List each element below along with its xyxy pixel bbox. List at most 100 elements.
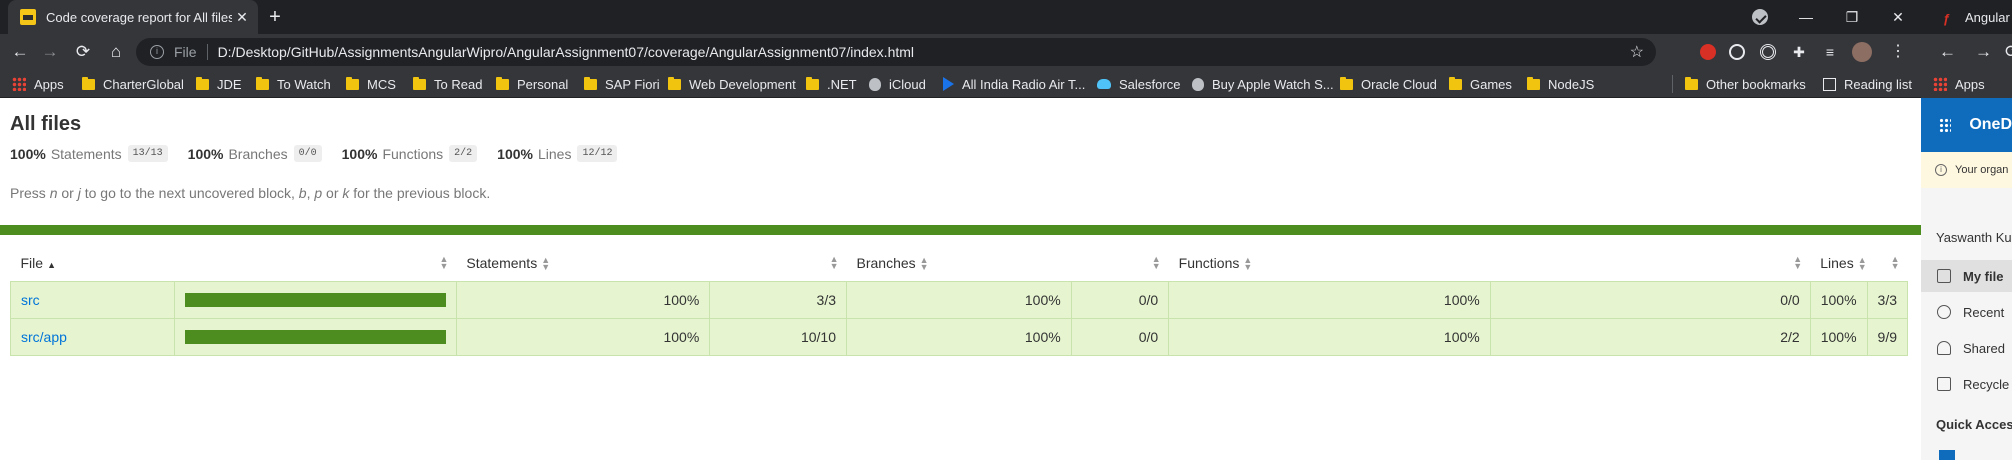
tab-coverage-report[interactable]: Code coverage report for All files ✕ bbox=[8, 0, 258, 34]
bookmark-to-watch[interactable]: To Watch bbox=[256, 70, 331, 98]
react-devtools-icon[interactable] bbox=[1729, 44, 1745, 60]
clock-icon bbox=[1937, 305, 1951, 319]
back-button[interactable]: ← bbox=[1939, 42, 1956, 62]
folder-icon bbox=[806, 76, 819, 90]
coverage-bar-fill bbox=[184, 292, 446, 307]
nav-recycle[interactable]: Recycle bbox=[1921, 368, 2012, 400]
bookmark-label: Apps bbox=[34, 76, 64, 92]
coverage-status-bar bbox=[0, 225, 1921, 235]
column-header-bar[interactable]: ▲ ▼ bbox=[174, 245, 456, 281]
bookmark-oracle-cloud[interactable]: Oracle Cloud bbox=[1340, 70, 1437, 98]
functions-pct: 100% bbox=[1168, 280, 1491, 319]
nav-recent[interactable]: Recent bbox=[1921, 296, 2012, 328]
statements-count: 3/3 bbox=[709, 280, 847, 319]
bookmark-label: Salesforce bbox=[1119, 76, 1181, 92]
bookmark-personal[interactable]: Personal bbox=[496, 70, 568, 98]
functions-pct: 100% bbox=[1168, 317, 1491, 356]
folder-icon bbox=[1937, 269, 1951, 283]
bookmark-label[interactable]: Apps bbox=[1955, 77, 1985, 92]
bookmark-label: All India Radio Air T... bbox=[962, 76, 1086, 92]
lines-count: 9/9 bbox=[1866, 317, 1909, 356]
column-header-lines[interactable]: Lines ▲ ▼ ▲ ▼ bbox=[1810, 245, 1907, 281]
folder-icon bbox=[584, 76, 597, 90]
bookmark-label: Games bbox=[1470, 76, 1512, 92]
quick-access-item-icon[interactable] bbox=[1939, 450, 1955, 460]
folder-icon bbox=[496, 76, 509, 90]
second-tab[interactable]: ƒ Angular bbox=[1921, 0, 2012, 34]
onedrive-header: OneD bbox=[1921, 98, 2012, 152]
file-link[interactable]: src/app bbox=[21, 329, 67, 345]
column-header-statements[interactable]: Statements ▲ ▼ ▲ ▼ bbox=[456, 245, 846, 281]
column-header-file[interactable]: File ▲ bbox=[11, 245, 175, 281]
people-icon bbox=[1937, 341, 1951, 355]
trash-icon bbox=[1937, 377, 1951, 391]
apps-grid-icon bbox=[12, 77, 26, 91]
keyboard-hint: Press n or j to go to the next uncovered… bbox=[10, 185, 490, 201]
back-button[interactable]: ← bbox=[10, 42, 30, 62]
bookmark-apple-watch[interactable]: Buy Apple Watch S... bbox=[1192, 70, 1334, 98]
summary-label: Functions bbox=[382, 145, 444, 162]
bookmark-sap-fiori[interactable]: SAP Fiori bbox=[584, 70, 660, 98]
column-header-branches[interactable]: Branches ▲ ▼ ▲ ▼ bbox=[847, 245, 1169, 281]
site-info-icon[interactable]: i bbox=[150, 45, 164, 59]
reload-button[interactable]: ⟳ bbox=[2005, 42, 2012, 62]
reading-list-button[interactable]: Reading list bbox=[1823, 70, 1912, 98]
second-tab-title: Angular bbox=[1965, 9, 2010, 25]
folder-icon bbox=[1685, 76, 1698, 90]
bookmark-jde[interactable]: JDE bbox=[196, 70, 242, 98]
bookmark-label: JDE bbox=[217, 76, 242, 92]
reload-button[interactable]: ⟳ bbox=[73, 42, 93, 62]
file-link[interactable]: src bbox=[21, 292, 40, 308]
nav-my-files[interactable]: My file bbox=[1921, 260, 2012, 292]
extension-red-icon[interactable] bbox=[1700, 44, 1716, 60]
bookmark-to-read[interactable]: To Read bbox=[413, 70, 482, 98]
bookmark-dotnet[interactable]: .NET bbox=[806, 70, 857, 98]
nav-label: Recent bbox=[1963, 304, 2005, 320]
home-button[interactable]: ⌂ bbox=[106, 42, 126, 62]
hint-text: for the previous block. bbox=[349, 185, 491, 201]
bookmark-other[interactable]: Other bookmarks bbox=[1685, 70, 1806, 98]
bookmark-mcs[interactable]: MCS bbox=[346, 70, 396, 98]
bookmarks-bar: Apps CharterGlobal JDE To Watch MCS To R… bbox=[0, 70, 1921, 98]
folder-icon bbox=[1527, 76, 1540, 90]
sort-icon: ▲ ▼ bbox=[1151, 254, 1161, 271]
browser-menu-icon[interactable]: ⋮ bbox=[1890, 44, 1906, 60]
profile-avatar[interactable] bbox=[1852, 42, 1872, 62]
forward-button[interactable]: → bbox=[1975, 42, 1992, 62]
close-window-button[interactable]: ✕ bbox=[1875, 9, 1921, 26]
bookmark-games[interactable]: Games bbox=[1449, 70, 1512, 98]
bookmark-all-india-radio[interactable]: All India Radio Air T... bbox=[943, 70, 1085, 98]
forward-button[interactable]: → bbox=[40, 42, 60, 62]
new-tab-button[interactable]: + bbox=[262, 4, 288, 30]
extensions-puzzle-icon[interactable]: ✚ bbox=[1791, 44, 1807, 60]
restore-button[interactable]: ❐ bbox=[1829, 9, 1875, 26]
bookmark-star-icon[interactable]: ☆ bbox=[1630, 42, 1644, 62]
tab-title: Code coverage report for All files bbox=[46, 9, 232, 25]
close-tab-icon[interactable]: ✕ bbox=[232, 9, 252, 26]
bookmark-label: To Read bbox=[434, 76, 483, 92]
info-icon: i bbox=[1935, 164, 1947, 176]
bookmark-icloud[interactable]: iCloud bbox=[869, 70, 926, 98]
column-header-functions[interactable]: Functions ▲ ▼ ▲ ▼ bbox=[1169, 245, 1811, 281]
media-queue-icon[interactable]: ≡ bbox=[1822, 44, 1838, 60]
bookmark-nodejs[interactable]: NodeJS bbox=[1527, 70, 1594, 98]
nav-shared[interactable]: Shared bbox=[1921, 332, 2012, 364]
bookmark-web-development[interactable]: Web Development bbox=[668, 70, 796, 98]
org-notice: i Your organ bbox=[1921, 152, 2012, 188]
bookmark-charterglobal[interactable]: CharterGlobal bbox=[82, 70, 184, 98]
apple-icon bbox=[869, 77, 881, 91]
bookmark-salesforce[interactable]: Salesforce bbox=[1097, 70, 1180, 98]
bookmark-apps[interactable]: Apps bbox=[12, 70, 64, 98]
url-text[interactable]: D:/Desktop/GitHub/AssignmentsAngularWipr… bbox=[218, 44, 914, 60]
tab-search-icon[interactable] bbox=[1752, 9, 1768, 25]
sort-icon: ▲ ▼ bbox=[541, 254, 551, 272]
summary-fraction: 0/0 bbox=[293, 145, 322, 162]
tab-strip: Code coverage report for All files ✕ + —… bbox=[0, 0, 1921, 34]
address-bar[interactable]: i File D:/Desktop/GitHub/AssignmentsAngu… bbox=[136, 38, 1656, 66]
minimize-button[interactable]: — bbox=[1783, 9, 1829, 25]
app-launcher-icon[interactable] bbox=[1939, 118, 1952, 132]
summary-fraction: 13/13 bbox=[127, 145, 168, 162]
summary-pct: 100% bbox=[187, 145, 224, 162]
extension-circle-icon[interactable] bbox=[1760, 44, 1776, 60]
coverage-bar-cell bbox=[173, 280, 457, 319]
